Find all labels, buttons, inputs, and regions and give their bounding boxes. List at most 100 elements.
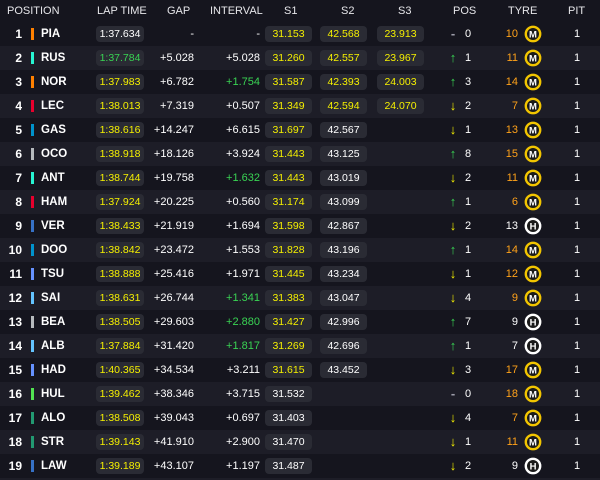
tyre-laps: 11: [506, 436, 518, 448]
sector1-time: 31.349: [265, 98, 312, 114]
sector2-time: 42.594: [320, 98, 367, 114]
driver-code: TSU: [41, 268, 64, 280]
hard-tyre-icon: H: [524, 457, 542, 475]
pit-stops: 1: [573, 268, 581, 280]
lap-time: 1:39.189: [96, 458, 144, 474]
pit-stops: 1: [573, 316, 581, 328]
driver-code: GAS: [41, 124, 66, 136]
position-change: 2: [464, 460, 472, 472]
arrow-up-icon: ↑: [449, 146, 457, 161]
lap-time: 1:40.365: [96, 362, 144, 378]
lap-time: 1:38.433: [96, 218, 144, 234]
sector2-time: 42.867: [320, 218, 367, 234]
position-change: 4: [464, 292, 472, 304]
team-color-bar: [31, 76, 34, 88]
position-number: 10: [8, 243, 22, 257]
medium-tyre-icon: M: [524, 49, 542, 67]
arrow-down-icon: ↓: [449, 170, 457, 185]
medium-tyre-icon: M: [524, 361, 542, 379]
lap-time: 1:37.884: [96, 338, 144, 354]
header-s3: S3: [398, 5, 412, 17]
position-number: 8: [15, 195, 22, 209]
team-color-bar: [31, 340, 34, 352]
team-color-bar: [31, 388, 34, 400]
sector3-time: 23.967: [377, 50, 424, 66]
table-row: 14 ALB 1:37.884 +31.420 +1.817 31.269 42.696 ↑ 1…: [0, 334, 600, 358]
position-change: 2: [464, 172, 472, 184]
gap-value: +25.416: [153, 268, 194, 280]
driver-code: ANT: [41, 172, 65, 184]
gap-value: +5.028: [160, 52, 194, 64]
tyre-compound-letter: M: [529, 174, 537, 185]
driver-code: RUS: [41, 52, 66, 64]
gap-value: +41.910: [153, 436, 194, 448]
gap-value: +14.247: [153, 124, 194, 136]
position-number: 15: [8, 363, 22, 377]
team-color-bar: [31, 268, 34, 280]
table-row: 5 GAS 1:38.616 +14.247 +6.615 31.697 42.567 ↓ 1 1…: [0, 118, 600, 142]
tyre-compound-letter: M: [529, 270, 537, 281]
tyre-compound-letter: H: [530, 318, 537, 329]
pit-stops: 1: [573, 436, 581, 448]
team-color-bar: [31, 316, 34, 328]
sector2-time: 43.196: [320, 242, 367, 258]
header-s2: S2: [341, 5, 355, 17]
interval-value: +1.754: [226, 76, 260, 88]
sector1-time: 31.174: [265, 194, 312, 210]
position-number: 16: [8, 387, 22, 401]
interval-value: +3.715: [226, 388, 260, 400]
table-row: 17 ALO 1:38.508 +39.043 +0.697 31.403 ↓ 4 7 M 1: [0, 406, 600, 430]
dash-icon: -: [450, 386, 456, 401]
tyre-laps: 7: [511, 412, 518, 424]
sector2-time: 42.996: [320, 314, 367, 330]
sector1-time: 31.443: [265, 146, 312, 162]
sector1-time: 31.260: [265, 50, 312, 66]
interval-value: +1.553: [226, 244, 260, 256]
sector2-time: 43.047: [320, 290, 367, 306]
position-number: 1: [15, 27, 22, 41]
team-color-bar: [31, 172, 34, 184]
sector3-time: 24.003: [377, 74, 424, 90]
lap-time: 1:37.634: [96, 26, 144, 42]
interval-value: +1.694: [226, 220, 260, 232]
tyre-compound-letter: M: [529, 246, 537, 257]
position-number: 2: [15, 51, 22, 65]
header-tyre: TYRE: [508, 5, 538, 17]
sector1-time: 31.470: [265, 434, 312, 450]
tyre-compound-letter: M: [529, 30, 537, 41]
driver-code: OCO: [41, 148, 68, 160]
table-row: 8 HAM 1:37.924 +20.225 +0.560 31.174 43.099 ↑ 1 6…: [0, 190, 600, 214]
driver-code: STR: [41, 436, 64, 448]
interval-value: +1.197: [226, 460, 260, 472]
hard-tyre-icon: H: [524, 217, 542, 235]
team-color-bar: [31, 196, 34, 208]
tyre-laps: 9: [511, 460, 518, 472]
pit-stops: 1: [573, 388, 581, 400]
sector1-time: 31.445: [265, 266, 312, 282]
sector2-time: 43.234: [320, 266, 367, 282]
lap-time: 1:38.013: [96, 98, 144, 114]
position-change: 1: [464, 124, 472, 136]
interval-value: +5.028: [226, 52, 260, 64]
sector2-time: 43.452: [320, 362, 367, 378]
sector2-time: 43.125: [320, 146, 367, 162]
sector1-time: 31.532: [265, 386, 312, 402]
gap-value: +6.782: [160, 76, 194, 88]
tyre-laps: 7: [511, 100, 518, 112]
position-number: 3: [15, 75, 22, 89]
driver-code: LEC: [41, 100, 64, 112]
pit-stops: 1: [573, 340, 581, 352]
medium-tyre-icon: M: [524, 193, 542, 211]
tyre-laps: 15: [505, 148, 518, 160]
lap-time: 1:39.462: [96, 386, 144, 402]
position-number: 6: [15, 147, 22, 161]
pit-stops: 1: [573, 196, 581, 208]
table-row: 19 LAW 1:39.189 +43.107 +1.197 31.487 ↓ 2 9 H 1: [0, 454, 600, 478]
arrow-down-icon: ↓: [449, 122, 457, 137]
sector1-time: 31.615: [265, 362, 312, 378]
table-row: 4 LEC 1:38.013 +7.319 +0.507 31.349 42.594 24.0…: [0, 94, 600, 118]
position-change: 1: [464, 196, 472, 208]
lap-time: 1:38.631: [96, 290, 144, 306]
table-row: 10 DOO 1:38.842 +23.472 +1.553 31.828 43.196 ↑ 1…: [0, 238, 600, 262]
position-number: 14: [8, 339, 22, 353]
